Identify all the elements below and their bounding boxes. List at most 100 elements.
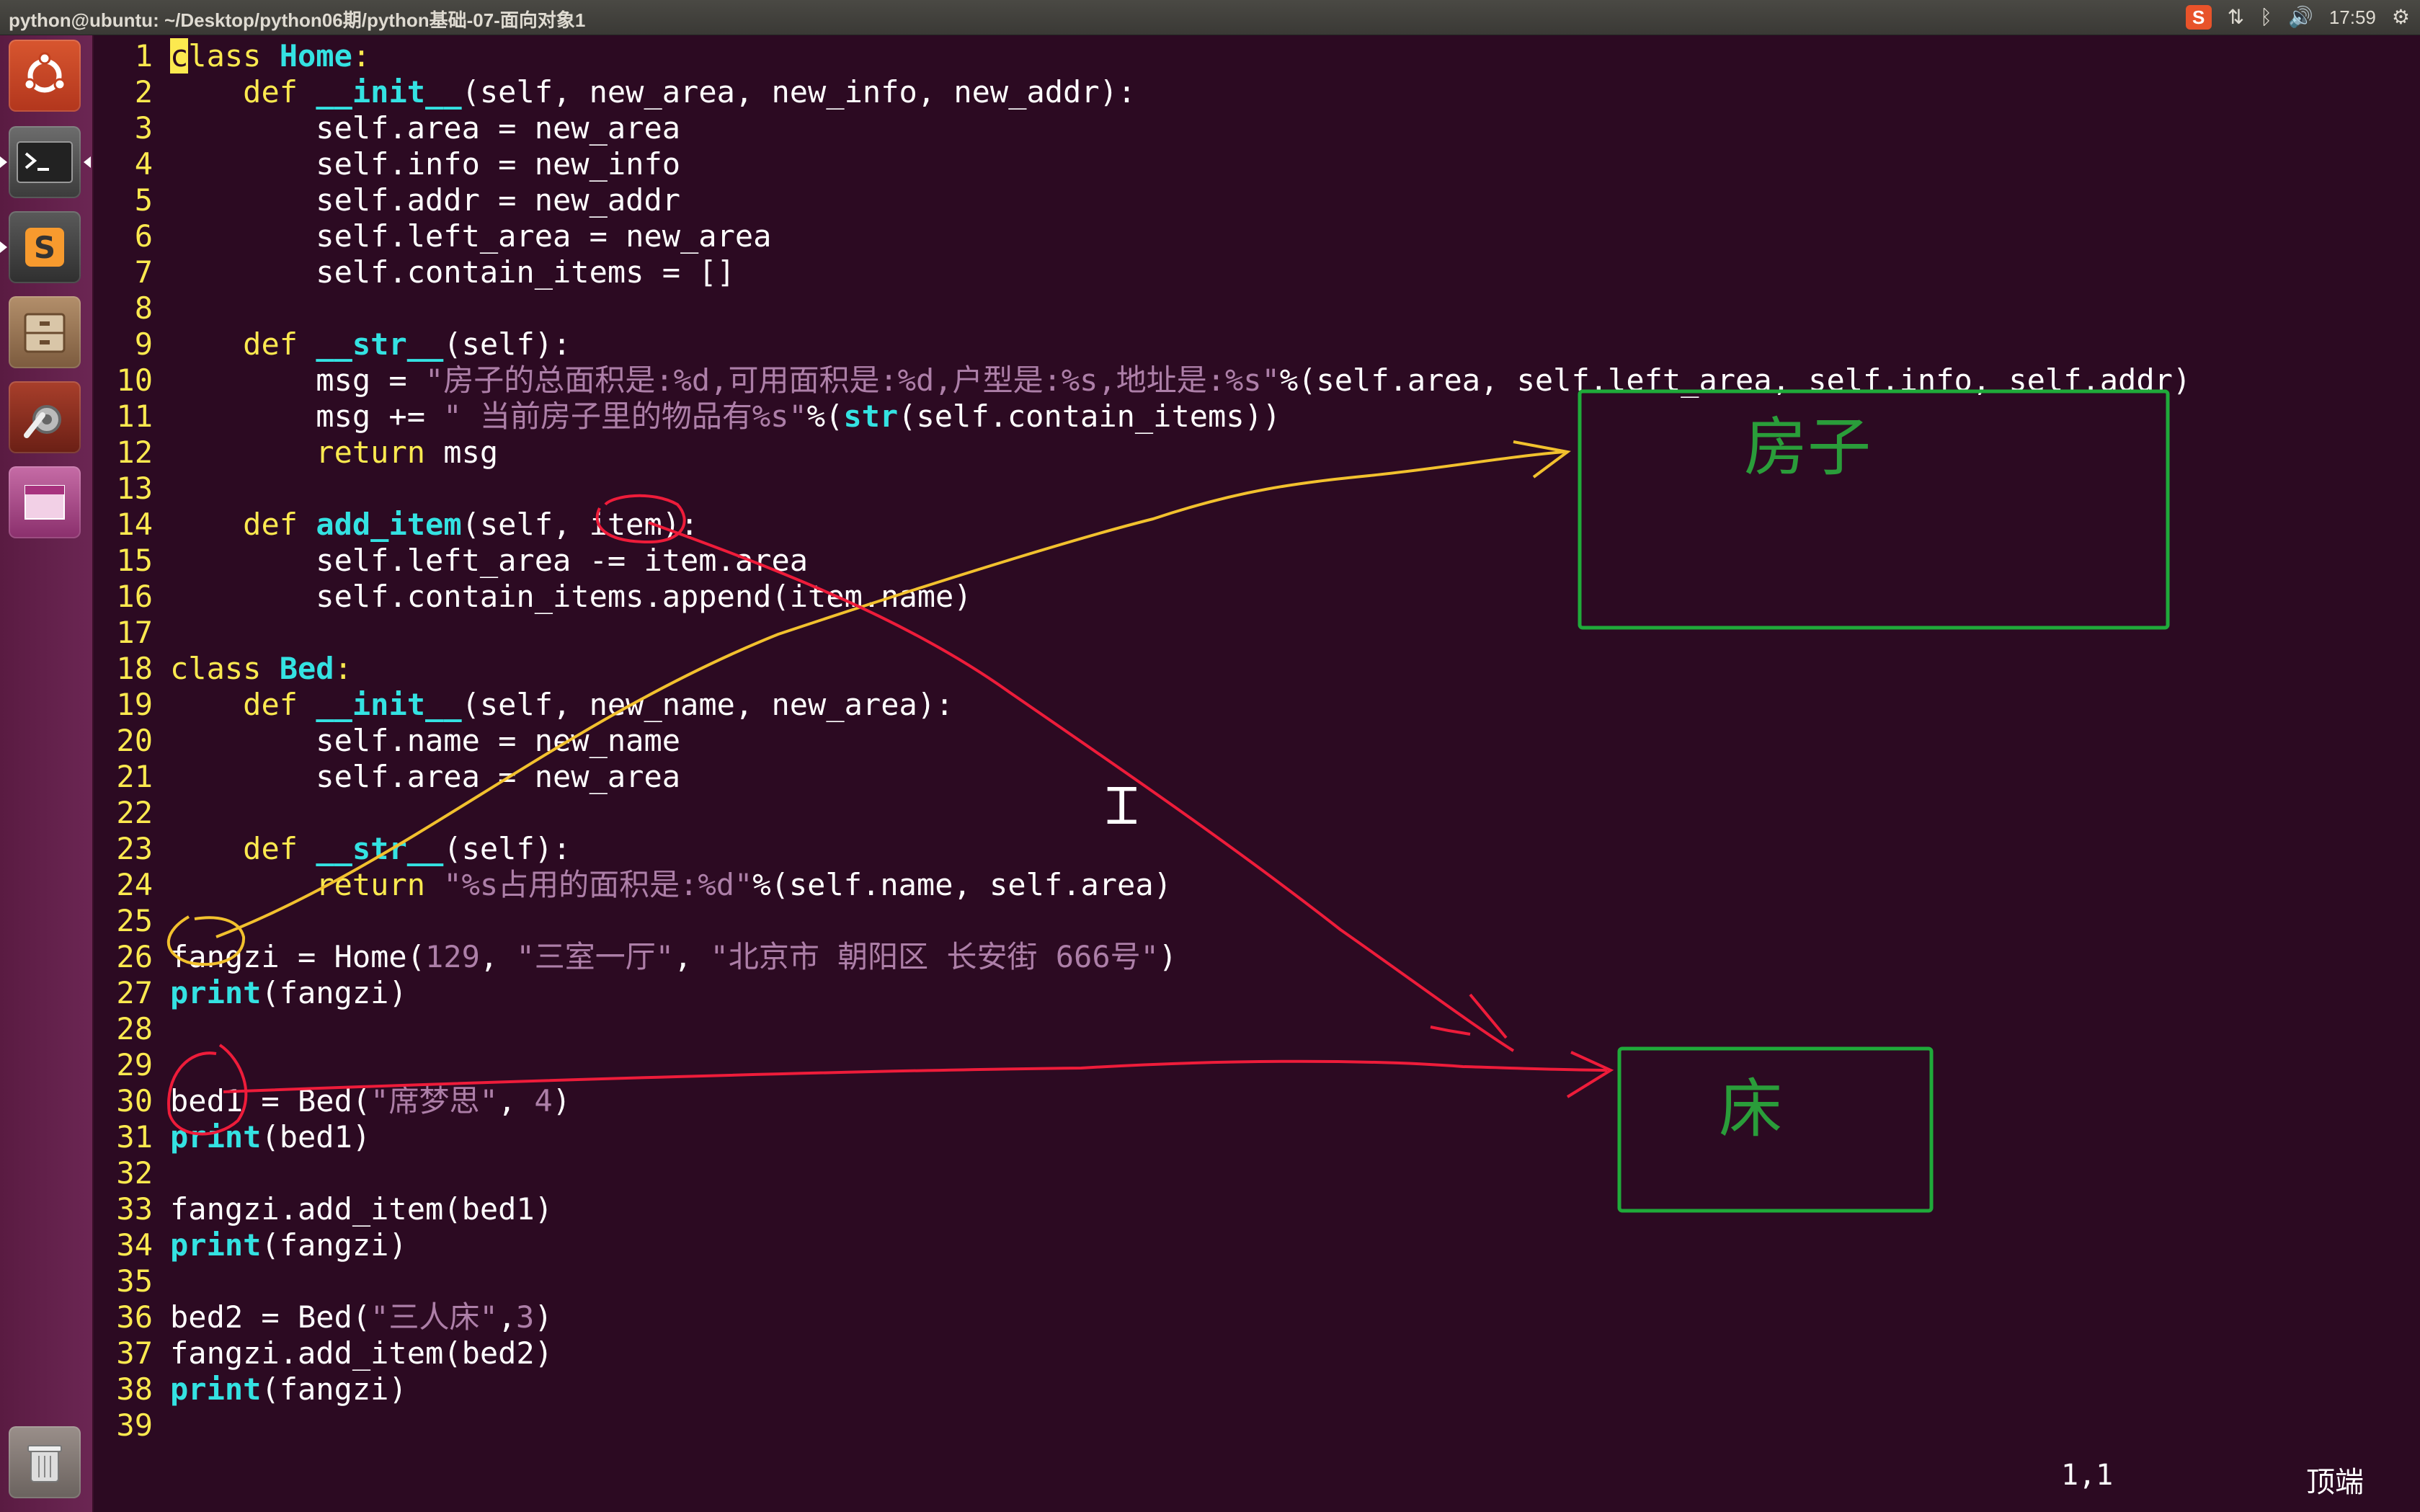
line-number: 30 (116, 1083, 153, 1119)
code-token: Bed (279, 651, 334, 686)
code-line[interactable]: 20 self.name = new_name (94, 723, 680, 759)
code-text[interactable]: print(fangzi) (170, 975, 407, 1011)
scroll-position: 顶端 (2306, 1466, 2364, 1499)
code-text[interactable]: return msg (170, 435, 498, 471)
code-text[interactable]: self.contain_items.append(item.name) (170, 579, 971, 615)
code-line[interactable]: 31 print(bed1) (94, 1119, 370, 1155)
code-line[interactable]: 37 fangzi.add_item(bed2) (94, 1335, 553, 1371)
code-line[interactable]: 19 def __init__(self, new_name, new_area… (94, 687, 953, 723)
code-token: fangzi.add_item(bed2) (170, 1335, 553, 1371)
code-token: print (170, 1119, 262, 1155)
code-text[interactable]: class Home: (170, 38, 370, 74)
code-line[interactable]: 8 (94, 290, 153, 326)
code-text[interactable]: self.left_area -= item.area (170, 543, 808, 579)
code-line[interactable]: 18 class Bed: (94, 651, 352, 687)
code-text[interactable]: msg = "房子的总面积是:%d,可用面积是:%d,户型是:%s,地址是:%s… (170, 363, 2191, 399)
trash-icon (9, 1426, 81, 1498)
code-line[interactable]: 16 self.contain_items.append(item.name) (94, 579, 971, 615)
code-line[interactable]: 7 self.contain_items = [] (94, 254, 735, 290)
code-line[interactable]: 29 (94, 1047, 153, 1083)
line-number: 23 (116, 831, 153, 866)
code-token: 129 (425, 939, 480, 974)
code-text[interactable]: self.info = new_info (170, 146, 680, 182)
code-line[interactable]: 5 self.addr = new_addr (94, 182, 680, 218)
code-line[interactable]: 12 return msg (94, 435, 498, 471)
code-line[interactable]: 23 def __str__(self): (94, 831, 571, 867)
clock[interactable]: 17:59 (2329, 4, 2376, 30)
code-token: %( (806, 399, 844, 434)
launcher-system-settings[interactable] (9, 381, 81, 453)
launcher-terminal[interactable] (9, 126, 81, 198)
code-line[interactable]: 26 fangzi = Home(129, "三室一厅", "北京市 朝阳区 长安… (94, 939, 1177, 975)
code-text[interactable]: def __str__(self): (170, 831, 571, 867)
network-icon[interactable]: ⇅ (2228, 4, 2244, 30)
top-panel: python@ubuntu: ~/Desktop/python06期/pytho… (0, 0, 2420, 35)
code-line[interactable]: 24 return "%s占用的面积是:%d"%(self.name, self… (94, 867, 1172, 903)
code-line[interactable]: 10 msg = "房子的总面积是:%d,可用面积是:%d,户型是:%s,地址是… (94, 363, 2191, 399)
bluetooth-icon[interactable]: ᛒ (2260, 4, 2272, 30)
code-line[interactable]: 33 fangzi.add_item(bed1) (94, 1191, 553, 1227)
launcher-trash[interactable] (9, 1426, 81, 1498)
code-line[interactable]: 15 self.left_area -= item.area (94, 543, 808, 579)
code-text[interactable]: self.area = new_area (170, 110, 680, 146)
code-text[interactable]: bed1 = Bed("席梦思", 4) (170, 1083, 571, 1119)
code-line[interactable]: 38 print(fangzi) (94, 1371, 406, 1408)
code-line[interactable]: 25 (94, 903, 153, 939)
code-text[interactable]: print(bed1) (170, 1119, 370, 1155)
code-line[interactable]: 3 self.area = new_area (94, 110, 680, 146)
code-line[interactable]: 4 self.info = new_info (94, 146, 680, 182)
code-line[interactable]: 28 (94, 1011, 153, 1047)
code-text[interactable]: self.contain_items = [] (170, 254, 735, 290)
code-token: 3 (516, 1299, 535, 1335)
code-token: class (170, 651, 280, 686)
code-text[interactable]: msg += " 当前房子里的物品有%s"%(str(self.contain_… (170, 399, 1281, 435)
code-line[interactable]: 22 (94, 795, 153, 831)
code-line[interactable]: 13 (94, 471, 153, 507)
code-text[interactable]: print(fangzi) (170, 1371, 407, 1408)
code-text[interactable]: def __init__(self, new_name, new_area): (170, 687, 953, 723)
code-token: "三人床" (370, 1299, 498, 1335)
code-line[interactable]: 27 print(fangzi) (94, 975, 406, 1011)
code-text[interactable]: def add_item(self, item): (170, 507, 698, 543)
line-number: 36 (116, 1299, 153, 1335)
settings-gear-icon[interactable]: ⚙ (2392, 4, 2410, 30)
vim-editor[interactable]: 1 class Home: 2 def __init__(self, new_are… (94, 35, 2420, 1512)
code-token: 4 (534, 1083, 553, 1119)
code-text[interactable]: print(fangzi) (170, 1227, 407, 1263)
launcher-files[interactable] (9, 296, 81, 368)
code-text[interactable]: fangzi.add_item(bed2) (170, 1335, 553, 1371)
code-line[interactable]: 6 self.left_area = new_area (94, 218, 772, 254)
code-text[interactable]: self.left_area = new_area (170, 218, 771, 254)
code-line[interactable]: 35 (94, 1263, 153, 1299)
code-token: ) (534, 1299, 553, 1335)
code-text[interactable]: self.addr = new_addr (170, 182, 680, 218)
code-text[interactable]: class Bed: (170, 651, 352, 687)
code-line[interactable]: 36 bed2 = Bed("三人床",3) (94, 1299, 552, 1335)
launcher-sublime-text[interactable]: S (9, 211, 81, 283)
code-line[interactable]: 9 def __str__(self): (94, 326, 571, 363)
code-text[interactable]: def __str__(self): (170, 326, 571, 363)
code-line[interactable]: 21 self.area = new_area (94, 759, 680, 795)
code-line[interactable]: 1 class Home: (94, 38, 370, 74)
code-line[interactable]: 34 print(fangzi) (94, 1227, 406, 1263)
code-line[interactable]: 17 (94, 615, 153, 651)
code-line[interactable]: 14 def add_item(self, item): (94, 507, 698, 543)
code-token: (self, new_area, new_info, new_addr): (461, 74, 1136, 110)
code-token: , (497, 1083, 535, 1119)
code-text[interactable]: bed2 = Bed("三人床",3) (170, 1299, 553, 1335)
volume-icon[interactable]: 🔊 (2288, 4, 2313, 30)
launcher-workspace-switcher[interactable] (9, 466, 81, 538)
code-line[interactable]: 39 (94, 1408, 153, 1444)
code-text[interactable]: self.area = new_area (170, 759, 680, 795)
code-text[interactable]: self.name = new_name (170, 723, 680, 759)
code-text[interactable]: fangzi = Home(129, "三室一厅", "北京市 朝阳区 长安街 … (170, 939, 1177, 975)
code-line[interactable]: 11 msg += " 当前房子里的物品有%s"%(str(self.conta… (94, 399, 1281, 435)
code-text[interactable]: return "%s占用的面积是:%d"%(self.name, self.ar… (170, 867, 1172, 903)
code-line[interactable]: 30 bed1 = Bed("席梦思", 4) (94, 1083, 570, 1119)
code-text[interactable]: def __init__(self, new_area, new_info, n… (170, 74, 1136, 110)
launcher-dash-home[interactable] (9, 40, 81, 112)
sogou-input-icon[interactable]: S (2185, 5, 2212, 30)
code-line[interactable]: 2 def __init__(self, new_area, new_info,… (94, 74, 1136, 110)
code-text[interactable]: fangzi.add_item(bed1) (170, 1191, 553, 1227)
code-line[interactable]: 32 (94, 1155, 153, 1191)
